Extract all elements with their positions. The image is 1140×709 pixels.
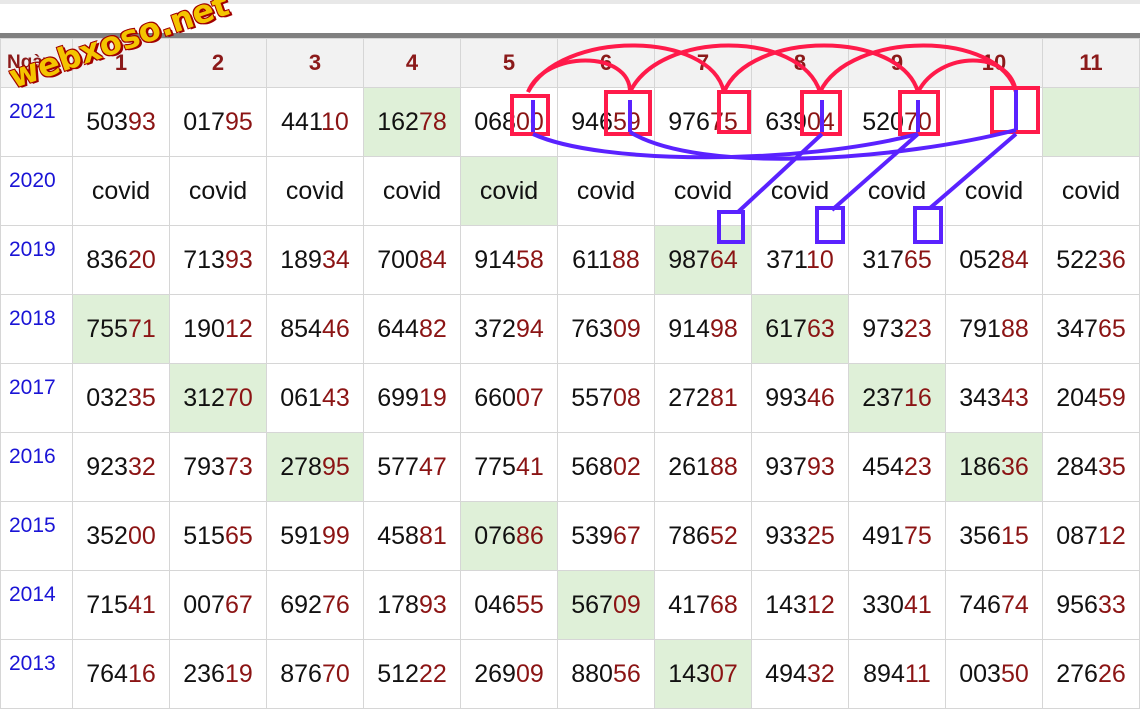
result-head-digits: 143: [668, 659, 710, 688]
result-cell: 88056: [557, 639, 655, 709]
result-cell: 26909: [460, 639, 558, 709]
result-tail-digits: 32: [806, 659, 835, 688]
result-head-digits: 880: [571, 659, 613, 688]
result-tail-digits: 11: [904, 659, 931, 688]
blue-box: [717, 210, 745, 244]
result-head-digits: 269: [474, 659, 516, 688]
result-head-digits: 494: [765, 659, 807, 688]
result-tail-digits: 16: [127, 659, 156, 688]
result-head-digits: 876: [280, 659, 322, 688]
blue-box: [815, 206, 845, 244]
result-tail-digits: 22: [418, 659, 447, 688]
result-tail-digits: 26: [1097, 659, 1126, 688]
result-cell: 51222: [363, 639, 461, 709]
result-cell: 89411: [848, 639, 946, 709]
red-arc: [722, 43, 920, 93]
blue-box: [913, 206, 943, 244]
result-cell: 76416: [72, 639, 170, 709]
result-tail-digits: 09: [515, 659, 544, 688]
result-head-digits: 894: [863, 659, 905, 688]
result-cell: 49432: [751, 639, 849, 709]
result-head-digits: 764: [86, 659, 128, 688]
red-arc: [628, 43, 822, 93]
result-cell: 00350: [945, 639, 1043, 709]
result-tail-digits: 07: [709, 659, 738, 688]
result-cell: 27626: [1042, 639, 1140, 709]
red-arc: [526, 43, 726, 93]
result-head-digits: 512: [377, 659, 419, 688]
result-head-digits: 236: [183, 659, 225, 688]
result-cell: 87670: [266, 639, 364, 709]
red-box: [510, 94, 550, 136]
result-tail-digits: 70: [321, 659, 350, 688]
result-tail-digits: 19: [224, 659, 253, 688]
red-box: [717, 90, 751, 134]
result-tail-digits: 50: [1000, 659, 1029, 688]
result-head-digits: 003: [959, 659, 1001, 688]
table-row: 2013 76416 23619 87670 51222 26909 88056 14307 4…: [0, 639, 1140, 709]
result-head-digits: 276: [1056, 659, 1098, 688]
blue-line: [736, 132, 824, 214]
red-arc: [526, 58, 632, 93]
result-cell: 23619: [169, 639, 267, 709]
result-tail-digits: 56: [612, 659, 641, 688]
result-cell: 14307: [654, 639, 752, 709]
annotation-overlay: [510, 43, 1040, 244]
red-arc: [818, 43, 1018, 93]
year-label: 2013: [0, 639, 73, 709]
